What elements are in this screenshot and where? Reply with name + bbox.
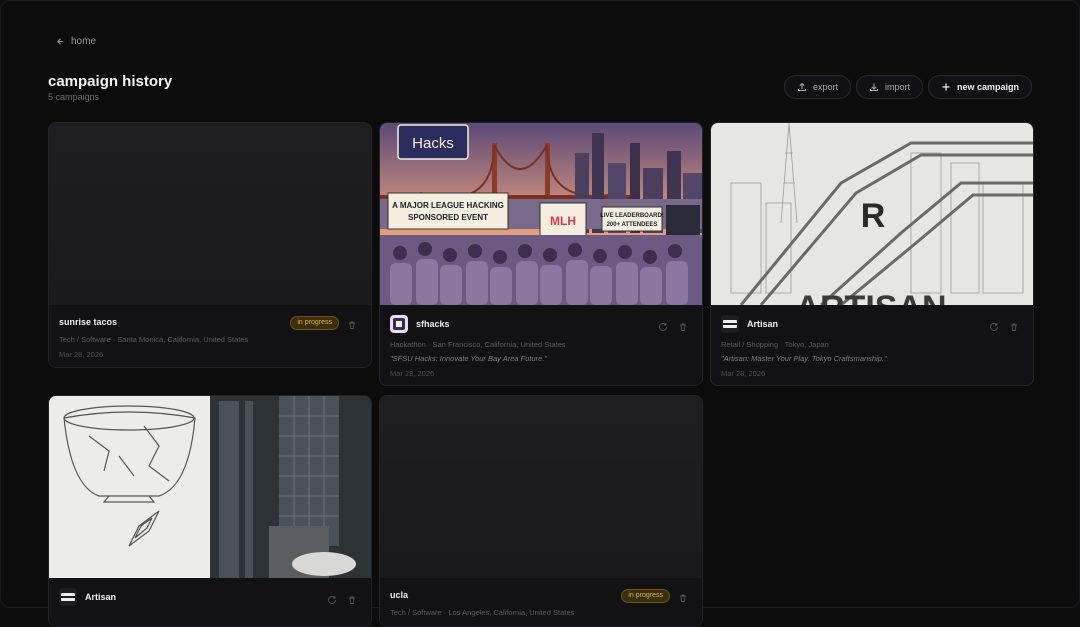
thumb-logo-mark: R: [861, 197, 886, 235]
export-label: export: [812, 82, 838, 92]
refresh-icon: [328, 596, 336, 604]
campaign-thumbnail-artisan: R ARTISAN: [711, 123, 1033, 305]
delete-button[interactable]: [1009, 319, 1021, 331]
refresh-icon: [659, 323, 667, 331]
thumb-sign-text: Hacks: [412, 135, 454, 152]
campaign-name: Artisan: [85, 592, 117, 602]
card-body: sfhacks Hackathon · San Francisco, Calif…: [380, 305, 702, 385]
campaign-name: sunrise tacos: [59, 317, 118, 327]
new-campaign-label: new campaign: [956, 82, 1019, 92]
card-body: sunrise tacos in progress Tech / Softwar…: [49, 305, 371, 367]
campaign-count: 5 campaigns: [48, 92, 100, 102]
delete-button[interactable]: [347, 317, 359, 329]
thumb-mlh: MLH: [550, 214, 576, 228]
upload-icon: [797, 82, 806, 91]
campaign-tagline: "Artisan: Master Your Play. Tokyo Crafts…: [721, 354, 887, 363]
thumb-wordmark: ARTISAN: [795, 289, 946, 305]
campaign-meta: Retail / Shopping · Tokyo, Japan: [721, 340, 829, 349]
trash-icon: [680, 594, 686, 602]
new-campaign-button[interactable]: new campaign: [927, 75, 1032, 99]
campaign-name: sfhacks: [416, 319, 450, 329]
download-icon: [869, 83, 878, 91]
card-body: Artisan Retail / Shopping · Tokyo, Japan…: [711, 305, 1033, 385]
import-button[interactable]: import: [855, 75, 923, 99]
campaign-card-ucla[interactable]: ucla in progress Tech / Software · Los A…: [379, 395, 703, 627]
brand-logo: [390, 315, 408, 333]
campaign-card-sfhacks[interactable]: Hacks A MAJOR LEAGUE HACKING SPONSORED E…: [379, 122, 703, 386]
arrow-left-icon: [57, 38, 64, 45]
delete-button[interactable]: [678, 590, 690, 602]
campaign-date: Mar 28, 2026: [721, 369, 766, 378]
thumb-board-line2: 200+ ATTENDEES: [607, 222, 658, 228]
trash-icon: [349, 596, 355, 604]
campaign-card-sunrise-tacos[interactable]: sunrise tacos in progress Tech / Softwar…: [48, 122, 372, 368]
trash-icon: [1011, 323, 1017, 331]
page-title: campaign history: [48, 73, 173, 90]
campaign-thumbnail-placeholder: [49, 123, 371, 305]
campaign-tagline: "SFSU Hacks: Innovate Your Bay Area Futu…: [390, 354, 548, 363]
campaign-thumbnail-artisan-2: [49, 396, 371, 578]
back-home-link[interactable]: home: [56, 36, 96, 47]
status-badge: in progress: [621, 589, 670, 603]
regenerate-button[interactable]: [327, 592, 339, 604]
campaign-meta: Hackathon · San Francisco, California, U…: [390, 340, 566, 349]
delete-button[interactable]: [678, 319, 690, 331]
brand-logo: [59, 588, 77, 606]
brand-logo: [721, 315, 739, 333]
campaign-date: Mar 28, 2026: [59, 350, 104, 359]
campaign-name: ucla: [390, 590, 409, 600]
trash-icon: [680, 323, 686, 331]
status-badge: in progress: [290, 316, 339, 330]
card-body: Artisan: [49, 578, 371, 626]
delete-button[interactable]: [347, 592, 359, 604]
campaign-thumbnail-sfhacks: Hacks A MAJOR LEAGUE HACKING SPONSORED E…: [380, 123, 702, 305]
campaign-thumbnail-placeholder: [380, 396, 702, 578]
campaign-date: Mar 28, 2026: [390, 369, 435, 378]
campaign-card-artisan-2[interactable]: Artisan: [48, 395, 372, 627]
regenerate-button[interactable]: [989, 319, 1001, 331]
refresh-icon: [990, 323, 998, 331]
campaign-card-artisan[interactable]: R ARTISAN Artisan Retail / Shopping · To…: [710, 122, 1034, 386]
card-body: ucla in progress Tech / Software · Los A…: [380, 578, 702, 626]
back-home-label: home: [71, 36, 97, 47]
regenerate-button[interactable]: [658, 319, 670, 331]
export-button[interactable]: export: [783, 75, 851, 99]
thumb-banner-line1: A MAJOR LEAGUE HACKING: [392, 201, 504, 210]
trash-icon: [349, 321, 355, 329]
thumb-board-line1: LIVE LEADERBOARD:: [600, 213, 664, 219]
import-label: import: [884, 82, 910, 92]
plus-icon: [942, 83, 950, 91]
toolbar: export import new campaign: [783, 75, 1032, 99]
campaign-meta: Tech / Software · Los Angeles, Californi…: [390, 608, 575, 617]
campaign-meta: Tech / Software · Santa Monica, Californ…: [59, 335, 249, 344]
campaign-name: Artisan: [747, 319, 779, 329]
thumb-banner-line2: SPONSORED EVENT: [408, 213, 488, 222]
